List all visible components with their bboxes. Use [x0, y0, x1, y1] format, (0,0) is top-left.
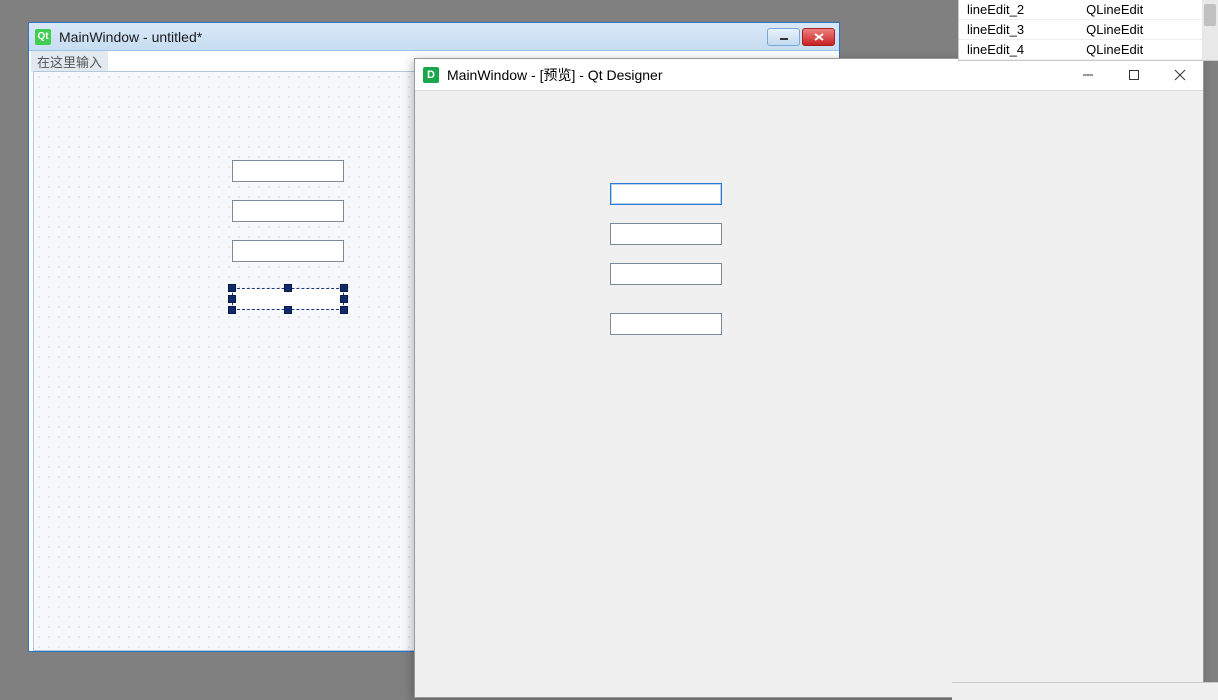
qt-logo-icon: Qt	[35, 29, 51, 45]
close-icon	[813, 32, 825, 42]
preview-lineedit-2[interactable]	[610, 223, 722, 245]
menu-placeholder-text[interactable]: 在这里输入	[31, 51, 108, 72]
designer-window-title: MainWindow - untitled*	[59, 29, 202, 45]
resize-handle-s[interactable]	[284, 306, 292, 314]
object-inspector[interactable]: lineEdit_2 QLineEdit lineEdit_3 QLineEdi…	[958, 0, 1218, 61]
minimize-button[interactable]	[767, 28, 800, 46]
resize-handle-n[interactable]	[284, 284, 292, 292]
preview-maximize-button[interactable]	[1111, 59, 1157, 91]
minimize-icon	[778, 33, 790, 41]
resize-handle-w[interactable]	[228, 295, 236, 303]
object-class: QLineEdit	[1078, 40, 1218, 60]
resize-handle-sw[interactable]	[228, 306, 236, 314]
table-row[interactable]: lineEdit_2 QLineEdit	[959, 0, 1218, 20]
preview-lineedit-3[interactable]	[610, 263, 722, 285]
table-row[interactable]: lineEdit_4 QLineEdit	[959, 40, 1218, 60]
resize-handle-ne[interactable]	[340, 284, 348, 292]
preview-close-button[interactable]	[1157, 59, 1203, 91]
preview-lineedit-1[interactable]	[610, 183, 722, 205]
lineedit-3[interactable]	[232, 240, 344, 262]
lineedit-4-selected[interactable]	[232, 288, 344, 310]
preview-titlebar[interactable]: D MainWindow - [预览] - Qt Designer	[415, 59, 1203, 91]
resize-handle-nw[interactable]	[228, 284, 236, 292]
object-name: lineEdit_4	[959, 40, 1078, 60]
maximize-icon	[1128, 69, 1140, 81]
bottom-panel-strip	[952, 682, 1218, 700]
object-class: QLineEdit	[1078, 0, 1218, 20]
lineedit-1[interactable]	[232, 160, 344, 182]
object-class: QLineEdit	[1078, 20, 1218, 40]
minimize-icon	[1082, 69, 1094, 81]
table-row[interactable]: lineEdit_3 QLineEdit	[959, 20, 1218, 40]
close-icon	[1174, 69, 1186, 81]
lineedit-2[interactable]	[232, 200, 344, 222]
designer-titlebar[interactable]: Qt MainWindow - untitled*	[29, 23, 839, 51]
inspector-scrollbar[interactable]	[1202, 0, 1218, 60]
object-name: lineEdit_3	[959, 20, 1078, 40]
resize-handle-se[interactable]	[340, 306, 348, 314]
preview-lineedit-4[interactable]	[610, 313, 722, 335]
preview-body	[415, 91, 1203, 697]
preview-window: D MainWindow - [预览] - Qt Designer	[414, 58, 1204, 698]
preview-minimize-button[interactable]	[1065, 59, 1111, 91]
resize-handle-e[interactable]	[340, 295, 348, 303]
preview-window-title: MainWindow - [预览] - Qt Designer	[447, 65, 663, 85]
close-button[interactable]	[802, 28, 835, 46]
designer-app-icon: D	[423, 67, 439, 83]
object-name: lineEdit_2	[959, 0, 1078, 20]
scrollbar-thumb[interactable]	[1204, 4, 1216, 26]
